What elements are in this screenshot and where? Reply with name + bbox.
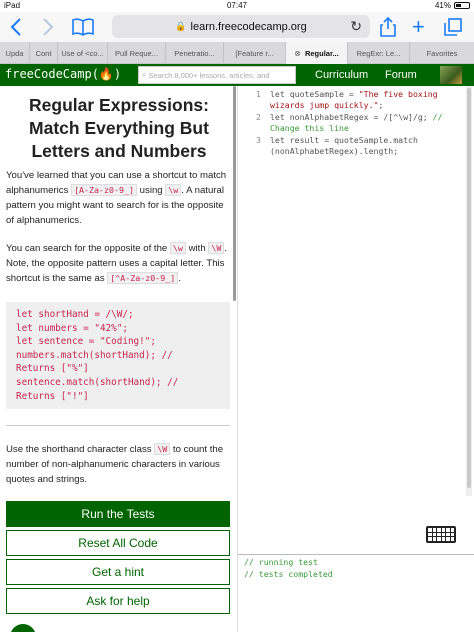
code-line-2a: let nonAlphabetRegex = /[^\w]/g; // [270, 112, 443, 122]
keyboard-icon[interactable] [426, 526, 456, 543]
test-output: // running test // tests completed [244, 557, 333, 580]
lock-icon: 🔒 [175, 21, 187, 31]
nav-link-forum[interactable]: Forum [385, 69, 417, 81]
browser-toolbar: 🔒 learn.freecodecamp.org ↻ + [0, 12, 474, 42]
battery-icon [454, 2, 470, 9]
lesson-paragraph-2: You can search for the opposite of the \… [6, 242, 227, 284]
battery-percent: 41% [434, 1, 451, 10]
back-arrow-icon[interactable] [10, 16, 22, 38]
line-number: 3 [256, 135, 261, 145]
share-icon[interactable] [380, 16, 396, 38]
inline-code: \w [165, 184, 182, 196]
get-hint-button[interactable]: Get a hint [6, 559, 230, 585]
line-number: 1 [256, 89, 261, 99]
battery-status: 41% [435, 1, 470, 10]
inline-code: [^A-Za-z0-9_] [107, 272, 179, 284]
editor-scrollbar[interactable] [466, 86, 472, 496]
tab-6-active[interactable]: ⊗ Regular... [286, 42, 348, 64]
divider [6, 425, 230, 426]
forward-arrow-icon[interactable] [42, 16, 54, 38]
code-line-1a: let quoteSample = "The five boxing [270, 89, 438, 99]
output-line: // tests completed [244, 568, 333, 579]
tab-overview-icon[interactable] [444, 16, 462, 38]
search-icon: ⌕ [142, 70, 147, 79]
reset-code-button[interactable]: Reset All Code [6, 530, 230, 556]
editor-pane: 1 let quoteSample = "The five boxing wiz… [237, 86, 474, 632]
code-line-1b: wizards jump quickly."; [270, 100, 384, 110]
output-divider[interactable] [238, 554, 474, 555]
tab-favorites[interactable]: Favorites [410, 42, 474, 64]
line-number: 2 [256, 112, 261, 122]
tab-7[interactable]: RegExr: Le... [348, 42, 410, 64]
fcc-navbar: freeCodeCamp(🔥) ⌕ Search 8,000+ lessons,… [0, 64, 474, 86]
tab-4[interactable]: Penetratio... [166, 42, 224, 64]
lesson-pane: Regular Expressions: Match Everything Bu… [0, 86, 237, 632]
search-input[interactable]: ⌕ Search 8,000+ lessons, articles, and [138, 66, 296, 84]
challenge-instructions: Use the shorthand character class \W to … [6, 443, 224, 485]
nav-link-curriculum[interactable]: Curriculum [315, 69, 368, 81]
tab-1[interactable]: Cont [30, 42, 58, 64]
fcc-logo[interactable]: freeCodeCamp(🔥) [5, 67, 121, 81]
address-bar[interactable]: 🔒 learn.freecodecamp.org ↻ [112, 15, 370, 38]
reload-icon[interactable]: ↻ [350, 18, 362, 35]
code-line-3b: (nonAlphabetRegex).length; [270, 146, 399, 156]
avatar[interactable] [440, 66, 462, 84]
tab-0[interactable]: Upda [0, 42, 30, 64]
browser-tab-strip: Upda Cont Use of <co... Pull Reque... Pe… [0, 42, 474, 64]
inline-code: \W [154, 443, 171, 455]
page-title: Regular Expressions: Match Everything Bu… [29, 95, 209, 161]
inline-code: \W [208, 242, 225, 254]
status-bar: iPad 07:47 41% [0, 0, 474, 12]
inline-code: [A-Za-z0-9_] [71, 184, 138, 196]
clock: 07:47 [226, 1, 248, 10]
inline-code: \w [169, 242, 186, 254]
close-tab-icon[interactable]: ⊗ [294, 49, 301, 58]
url-text: learn.freecodecamp.org [190, 20, 307, 33]
tab-2[interactable]: Use of <co... [58, 42, 108, 64]
code-line-2b: Change this line [270, 123, 349, 133]
code-example-block: let shortHand = /\W/; let numbers = "42%… [6, 302, 230, 409]
chat-bubble-icon[interactable] [10, 624, 36, 632]
output-line: // running test [244, 557, 318, 567]
tab-3[interactable]: Pull Reque... [108, 42, 166, 64]
scrollbar[interactable] [233, 86, 236, 301]
run-tests-button[interactable]: Run the Tests [6, 501, 230, 527]
search-placeholder: Search 8,000+ lessons, articles, and [148, 70, 270, 80]
bookmarks-book-icon[interactable] [72, 16, 94, 38]
ask-for-help-button[interactable]: Ask for help [6, 588, 230, 614]
code-line-3a: let result = quoteSample.match [270, 135, 418, 145]
lesson-paragraph-1: You've learned that you can use a shortc… [6, 170, 227, 226]
tab-5[interactable]: [Feature r... [224, 42, 286, 64]
code-editor[interactable]: 1 let quoteSample = "The five boxing wiz… [238, 86, 474, 556]
new-tab-plus-icon[interactable]: + [412, 14, 425, 39]
